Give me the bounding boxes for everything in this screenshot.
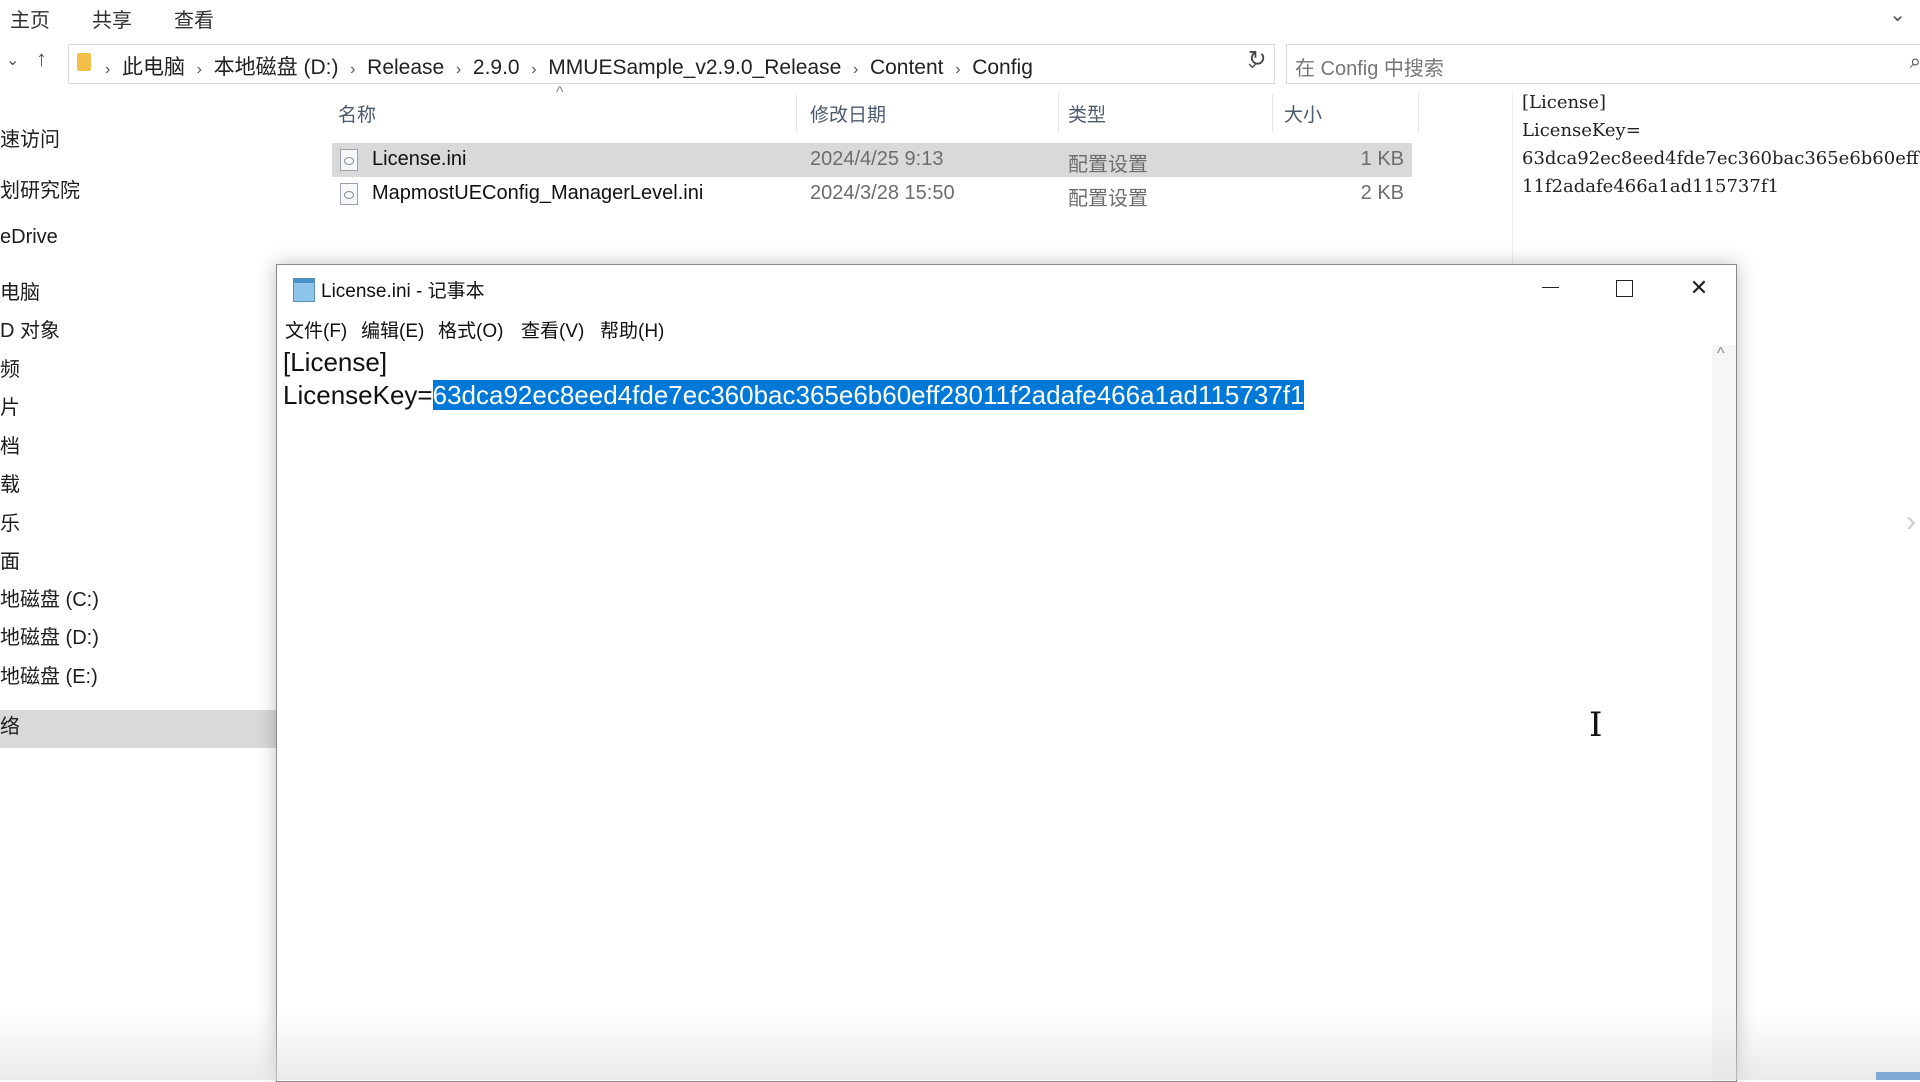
licensekey-label: LicenseKey= [283, 380, 433, 410]
column-header-size[interactable]: 大小 [1284, 100, 1322, 127]
text-line-licensekey: LicenseKey=63dca92ec8eed4fde7ec360bac365… [283, 378, 1305, 412]
ribbon: 主页 共享 查看 ⌄ [0, 0, 1920, 32]
nav-item-desktop[interactable]: 面 [0, 545, 20, 574]
recent-locations-icon[interactable]: ⌄ [6, 50, 19, 70]
preview-splitter[interactable] [1512, 90, 1513, 266]
close-icon: ✕ [1689, 275, 1709, 300]
notepad-title: License.ini - 记事本 [321, 281, 485, 302]
ribbon-tab-home[interactable]: 主页 [10, 4, 50, 33]
search-input[interactable]: 在 Config 中搜索 ⌕ [1286, 44, 1920, 84]
nav-item-pictures[interactable]: 片 [0, 391, 20, 420]
notepad-titlebar[interactable]: License.ini - 记事本 ✕ [277, 265, 1736, 311]
address-bar[interactable]: › 此电脑 › 本地磁盘 (D:) › Release › 2.9.0 › MM… [68, 44, 1275, 84]
maximize-icon [1616, 280, 1633, 297]
scroll-up-arrow-icon[interactable]: ^ [1717, 345, 1725, 363]
up-arrow-icon[interactable]: ↑ [36, 46, 47, 72]
file-name: MapmostUEConfig_ManagerLevel.ini [372, 182, 704, 204]
notepad-text-area[interactable]: [License] LicenseKey=63dca92ec8eed4fde7e… [277, 345, 1711, 1081]
preview-line: LicenseKey= [1522, 120, 1641, 141]
text-line-section: [License] [283, 347, 388, 377]
crumb-config[interactable]: Config [972, 56, 1033, 79]
ribbon-expand-chevron-icon[interactable]: ⌄ [1889, 2, 1906, 27]
breadcrumb: › 此电脑 › 本地磁盘 (D:) › Release › 2.9.0 › MM… [105, 56, 1033, 79]
menu-view[interactable]: 查看(V) [521, 316, 584, 343]
file-row-mapmost-config[interactable]: MapmostUEConfig_ManagerLevel.ini 2024/3/… [332, 177, 1412, 211]
preview-line: 11f2adafe466a1ad115737f1 [1522, 176, 1779, 197]
selected-license-key: 63dca92ec8eed4fde7ec360bac365e6b60eff280… [432, 380, 1305, 410]
crumb-content[interactable]: Content [870, 56, 944, 79]
menu-format[interactable]: 格式(O) [438, 316, 503, 343]
file-name: License.ini [372, 148, 467, 170]
file-size: 2 KB [1360, 182, 1404, 204]
vertical-scrollbar[interactable]: ^ [1712, 345, 1736, 1081]
nav-item-drive-d[interactable]: 地磁盘 (D:) [0, 621, 99, 650]
text-cursor-icon: I [1589, 705, 1603, 745]
nav-item-drive-e[interactable]: 地磁盘 (E:) [0, 660, 98, 689]
address-row: ⌄ ↑ › 此电脑 › 本地磁盘 (D:) › Release › 2.9.0 … [0, 40, 1920, 86]
menu-edit[interactable]: 编辑(E) [361, 316, 424, 343]
chevron-right-icon: › [1906, 505, 1916, 538]
column-divider[interactable] [796, 94, 797, 132]
search-placeholder: 在 Config 中搜索 [1295, 58, 1444, 80]
corner-indicator [1876, 1072, 1920, 1080]
file-type: 配置设置 [1068, 188, 1148, 210]
notepad-icon [293, 278, 315, 302]
nav-item-institute[interactable]: 划研究院 [0, 174, 80, 203]
notepad-menubar: 文件(F) 编辑(E) 格式(O) 查看(V) 帮助(H) [277, 311, 1736, 343]
ini-file-icon [340, 149, 358, 171]
ribbon-tab-view[interactable]: 查看 [174, 4, 214, 33]
column-header-name[interactable]: 名称 [338, 100, 376, 127]
menu-help[interactable]: 帮助(H) [600, 316, 664, 343]
refresh-icon[interactable]: ↻ [1248, 46, 1266, 72]
sort-ascending-icon: ^ [556, 84, 564, 101]
preview-line: 63dca92ec8eed4fde7ec360bac365e6b60eff2 [1522, 148, 1920, 169]
minimize-button[interactable] [1513, 265, 1587, 311]
file-modified: 2024/4/25 9:13 [810, 148, 944, 170]
crumb-sample[interactable]: MMUESample_v2.9.0_Release [548, 56, 841, 79]
file-row-license[interactable]: License.ini 2024/4/25 9:13 配置设置 1 KB [332, 143, 1412, 177]
column-header-modified[interactable]: 修改日期 [810, 100, 886, 127]
column-divider[interactable] [1272, 94, 1273, 132]
ini-file-icon [340, 183, 358, 205]
nav-selection-highlight [0, 710, 278, 748]
search-icon[interactable]: ⌕ [1910, 51, 1920, 74]
nav-item-this-pc[interactable]: 电脑 [0, 276, 40, 305]
crumb-this-pc[interactable]: 此电脑 [122, 56, 185, 79]
nav-item-3d-objects[interactable]: D 对象 [0, 314, 60, 343]
nav-item-network[interactable]: 络 [0, 710, 20, 739]
nav-item-downloads[interactable]: 载 [0, 468, 20, 497]
nav-item-documents[interactable]: 档 [0, 430, 20, 459]
folder-icon [77, 53, 91, 71]
column-divider[interactable] [1418, 94, 1419, 132]
minimize-icon [1542, 287, 1559, 288]
menu-file[interactable]: 文件(F) [285, 316, 347, 343]
nav-item-drive-c[interactable]: 地磁盘 (C:) [0, 583, 99, 612]
crumb-drive-d[interactable]: 本地磁盘 (D:) [214, 56, 339, 79]
notepad-window: License.ini - 记事本 ✕ 文件(F) 编辑(E) 格式(O) 查看… [276, 264, 1737, 1082]
column-divider[interactable] [1058, 94, 1059, 132]
navigation-pane: 速访问 划研究院 eDrive 电脑 D 对象 频 片 档 载 乐 面 地磁盘 … [0, 96, 278, 1080]
crumb-release[interactable]: Release [367, 56, 444, 79]
nav-item-onedrive[interactable]: eDrive [0, 226, 58, 249]
file-modified: 2024/3/28 15:50 [810, 182, 955, 204]
maximize-button[interactable] [1587, 265, 1661, 311]
file-type: 配置设置 [1068, 154, 1148, 176]
column-header-type[interactable]: 类型 [1068, 100, 1106, 127]
nav-item-videos[interactable]: 频 [0, 353, 20, 382]
nav-item-quick-access[interactable]: 速访问 [0, 123, 60, 152]
crumb-version[interactable]: 2.9.0 [473, 56, 520, 79]
bottom-shadow [0, 1010, 1920, 1080]
nav-item-music[interactable]: 乐 [0, 507, 20, 536]
file-size: 1 KB [1360, 148, 1404, 170]
close-button[interactable]: ✕ [1662, 265, 1736, 311]
preview-line: [License] [1522, 92, 1606, 113]
ribbon-tab-share[interactable]: 共享 [92, 4, 132, 33]
